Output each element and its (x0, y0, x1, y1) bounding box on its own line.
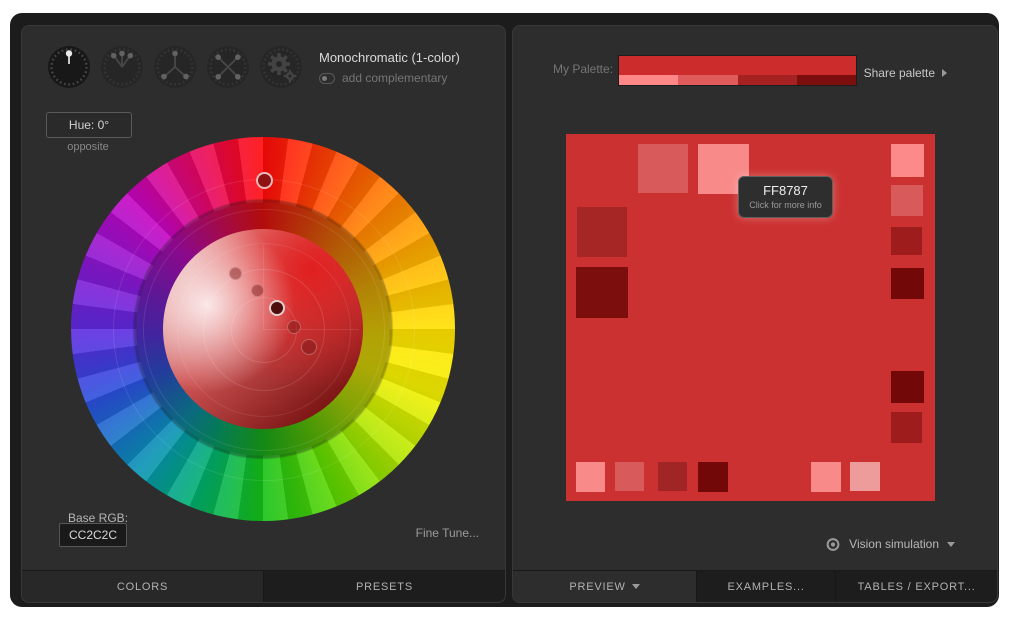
vision-simulation-label: Vision simulation (849, 537, 939, 551)
palette-variant-swatch[interactable] (678, 75, 737, 85)
add-complementary-label: add complementary (342, 71, 447, 85)
field-grid-circle (177, 243, 351, 417)
vision-simulation-dropdown[interactable]: Vision simulation (825, 537, 955, 551)
my-palette-label: My Palette: (553, 62, 613, 76)
variant-dot[interactable] (287, 320, 301, 334)
preview-square[interactable] (850, 462, 880, 491)
preview-square[interactable] (891, 268, 924, 299)
chevron-down-icon (632, 584, 640, 589)
tab-preview[interactable]: PREVIEW (513, 571, 696, 602)
preview-square[interactable] (638, 144, 688, 193)
preview-panel: My Palette: Share palette FF8787 Click f… (512, 25, 998, 603)
preview-square[interactable] (658, 462, 687, 491)
palette-variant-swatch[interactable] (797, 75, 856, 85)
palette-variant-swatch[interactable] (619, 75, 678, 85)
app-window: Monochromatic (1-color) add complementar… (10, 13, 999, 607)
tooltip-hex-value: FF8787 (739, 183, 832, 198)
preview-square[interactable] (577, 207, 627, 257)
adjacent-scheme-icon[interactable] (100, 45, 144, 89)
tab-tables-export[interactable]: TABLES / EXPORT... (835, 571, 997, 602)
add-complementary-toggle[interactable]: add complementary (319, 71, 460, 85)
field-grid-axis (263, 329, 359, 330)
share-palette-link[interactable]: Share palette (864, 66, 947, 80)
preview-square[interactable] (891, 227, 922, 255)
preview-square[interactable] (698, 462, 728, 492)
preview-square[interactable] (891, 371, 924, 403)
arrow-right-icon (942, 69, 947, 77)
toggle-pill-icon[interactable] (319, 73, 335, 84)
color-tooltip[interactable]: FF8787 Click for more info (738, 176, 833, 218)
palette-bar[interactable] (619, 56, 856, 85)
variant-dot[interactable] (251, 284, 264, 297)
tab-examples[interactable]: EXAMPLES... (696, 571, 835, 602)
opposite-link[interactable]: opposite (46, 141, 130, 153)
tab-colors[interactable]: COLORS (22, 571, 263, 602)
base-rgb-input[interactable] (59, 523, 127, 547)
hue-marker-handle[interactable] (256, 172, 273, 189)
hue-value-box[interactable]: Hue: 0° (46, 112, 132, 138)
preview-area[interactable]: FF8787 Click for more info (566, 134, 935, 501)
preview-square[interactable] (576, 267, 628, 318)
preview-square[interactable] (576, 462, 605, 492)
preview-square[interactable] (811, 462, 841, 492)
tetrad-scheme-icon[interactable] (206, 45, 250, 89)
palette-base-swatch[interactable] (619, 56, 856, 75)
fine-tune-link[interactable]: Fine Tune... (416, 526, 479, 540)
preview-square[interactable] (891, 412, 922, 443)
scheme-title-block: Monochromatic (1-color) add complementar… (319, 50, 460, 85)
tab-preview-label: PREVIEW (569, 581, 625, 593)
left-tab-strip: COLORS PRESETS (22, 570, 505, 602)
inactive-tabs-group: EXAMPLES... TABLES / EXPORT... (696, 571, 997, 602)
right-tab-strip: PREVIEW EXAMPLES... TABLES / EXPORT... (513, 570, 997, 602)
palette-variants (619, 75, 856, 85)
scheme-title: Monochromatic (1-color) (319, 50, 460, 65)
freestyle-scheme-icon[interactable] (259, 45, 303, 89)
preview-square[interactable] (615, 462, 644, 491)
variant-dot[interactable] (229, 267, 242, 280)
tab-presets[interactable]: PRESETS (263, 571, 505, 602)
share-palette-label: Share palette (864, 66, 935, 80)
scheme-panel: Monochromatic (1-color) add complementar… (21, 25, 506, 603)
eye-icon (825, 538, 841, 551)
tooltip-note: Click for more info (739, 200, 832, 210)
triad-scheme-icon[interactable] (153, 45, 197, 89)
palette-variant-swatch[interactable] (738, 75, 797, 85)
color-wheel[interactable] (71, 137, 455, 521)
preview-square[interactable] (891, 144, 924, 177)
preview-square[interactable] (891, 185, 923, 216)
monochromatic-scheme-icon[interactable] (47, 45, 91, 89)
selected-variant-dot[interactable] (269, 300, 285, 316)
scheme-type-selector (47, 45, 303, 89)
saturation-brightness-field[interactable] (163, 229, 363, 429)
chevron-down-icon (947, 542, 955, 547)
variant-dot[interactable] (301, 339, 317, 355)
